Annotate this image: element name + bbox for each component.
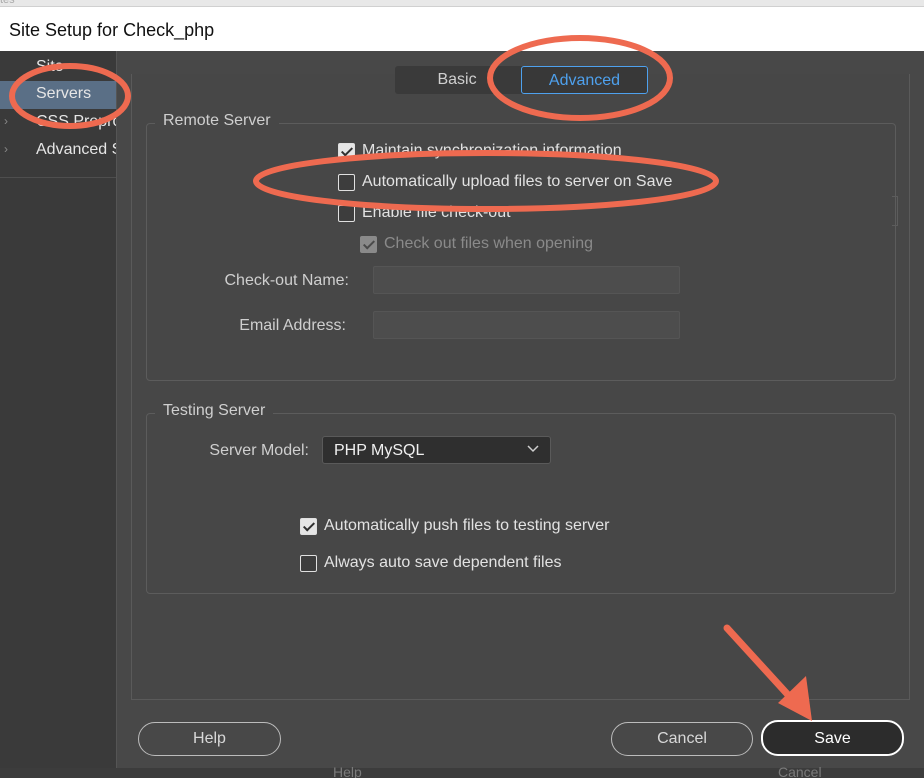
dialog-titlebar: Site Setup for Check_php <box>0 6 924 51</box>
enable-checkout-option[interactable]: Enable file check-out <box>338 203 578 225</box>
auto-push-label: Automatically push files to testing serv… <box>324 517 610 534</box>
auto-push-option[interactable]: Automatically push files to testing serv… <box>300 516 640 538</box>
tab-basic[interactable]: Basic <box>395 66 519 94</box>
checkout-when-opening-option: Check out files when opening <box>360 234 620 256</box>
expand-arrow-icon[interactable]: › <box>4 114 8 128</box>
sidebar-item-css-preprocessors[interactable]: › CSS Preprocessors <box>0 109 117 137</box>
maintain-sync-option[interactable]: Maintain synchronization information <box>338 141 668 160</box>
underlying-cancel-button: Cancel <box>778 764 822 778</box>
sidebar-item-label: Servers <box>36 85 92 102</box>
panel-edge-tick <box>892 196 898 226</box>
auto-upload-checkbox[interactable] <box>338 174 355 191</box>
dialog-title: Site Setup for Check_php <box>9 20 215 40</box>
sidebar-divider <box>0 177 116 178</box>
checkout-when-opening-label: Check out files when opening <box>384 235 594 252</box>
chevron-down-icon <box>527 445 539 453</box>
sidebar-item-label: CSS Preprocessors <box>36 113 117 130</box>
category-sidebar: Site Servers › CSS Preprocessors › Advan… <box>0 51 117 778</box>
enable-checkout-checkbox[interactable] <box>338 205 355 222</box>
auto-upload-option[interactable]: Automatically upload files to server on … <box>338 172 698 194</box>
maintain-sync-checkbox[interactable] <box>338 143 355 160</box>
server-model-select[interactable]: PHP MySQL <box>322 436 551 464</box>
enable-checkout-label: Enable file check-out <box>362 204 511 221</box>
sidebar-item-site[interactable]: Site <box>0 54 116 82</box>
auto-save-dependent-option[interactable]: Always auto save dependent files <box>300 553 600 575</box>
maintain-sync-label: Maintain synchronization information <box>362 142 622 159</box>
expand-arrow-icon[interactable]: › <box>4 142 8 156</box>
mode-tabs: Basic Advanced <box>395 66 648 94</box>
sidebar-item-servers[interactable]: Servers <box>0 81 116 109</box>
server-model-label: Server Model: <box>209 442 309 459</box>
auto-upload-label: Automatically upload files to server on … <box>362 173 673 190</box>
underlying-help-button: Help <box>333 764 362 778</box>
tab-advanced[interactable]: Advanced <box>521 66 648 94</box>
save-button[interactable]: Save <box>761 720 904 756</box>
help-button[interactable]: Help <box>138 722 281 756</box>
auto-save-dependent-label: Always auto save dependent files <box>324 554 562 571</box>
sidebar-item-label: Advanced Settings <box>36 141 116 158</box>
cancel-button[interactable]: Cancel <box>611 722 753 756</box>
sidebar-item-advanced-settings[interactable]: › Advanced Settings <box>0 137 116 165</box>
checkout-name-input[interactable] <box>373 266 680 294</box>
auto-save-dependent-checkbox[interactable] <box>300 555 317 572</box>
testing-server-legend: Testing Server <box>155 402 274 420</box>
checkout-when-opening-checkbox <box>360 236 377 253</box>
email-address-input[interactable] <box>373 311 680 339</box>
site-setup-window: tes Site Setup for Check_php Site Server… <box>0 0 924 778</box>
remote-server-legend: Remote Server <box>155 112 279 130</box>
checkout-name-label: Check-out Name: <box>224 272 350 289</box>
auto-push-checkbox[interactable] <box>300 518 317 535</box>
sidebar-item-label: Site <box>36 58 64 75</box>
email-address-label: Email Address: <box>239 317 346 334</box>
server-model-value: PHP MySQL <box>334 442 425 459</box>
